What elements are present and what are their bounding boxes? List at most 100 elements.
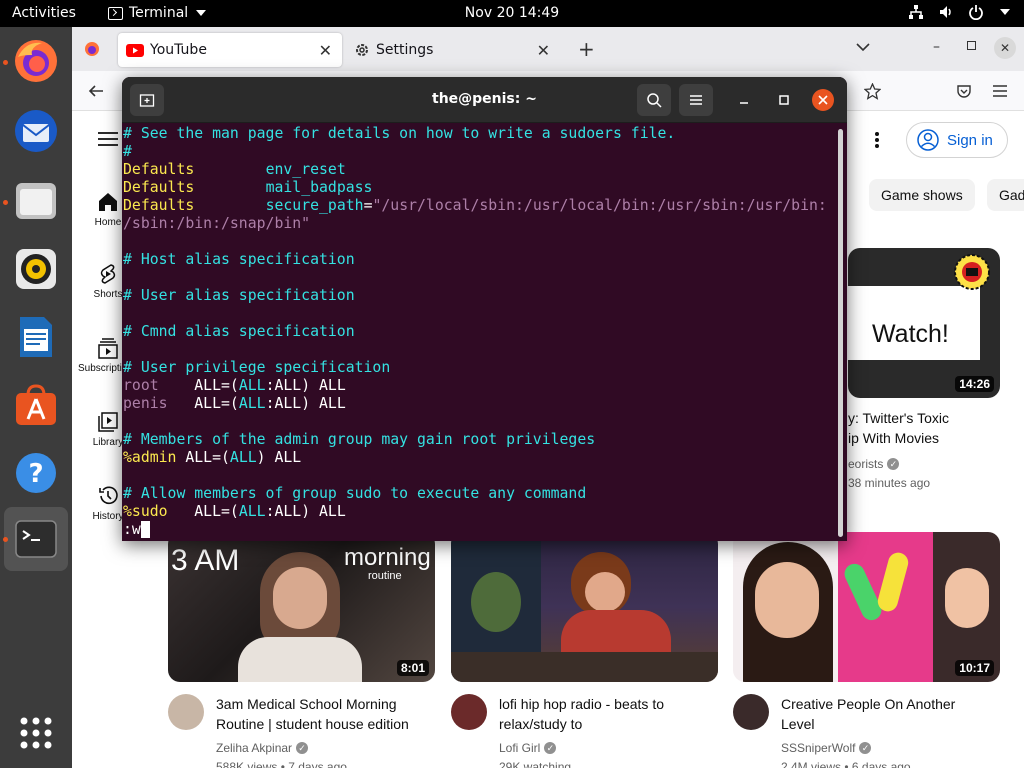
channel-name[interactable]: Zeliha Akpinar ✓: [216, 741, 309, 755]
pocket-icon[interactable]: [956, 83, 972, 99]
new-tab-icon[interactable]: +: [578, 37, 595, 61]
thumbnail-sweater: [238, 637, 362, 682]
sudoers-user: root: [123, 377, 159, 394]
chevron-down-icon: [1000, 9, 1010, 15]
video-title-line: Level: [781, 716, 815, 732]
close-tab-icon[interactable]: ✕: [319, 41, 332, 60]
show-apps-grid-icon[interactable]: [12, 709, 60, 757]
activities-button[interactable]: Activities: [12, 5, 76, 21]
channel-label: SSSniperWolf: [781, 741, 856, 755]
terminal-line: # Members of the admin group may gain ro…: [123, 431, 596, 448]
terminal-line: # Cmnd alias specification: [123, 323, 355, 340]
tab-settings[interactable]: Settings ✕: [350, 33, 560, 67]
close-tab-icon[interactable]: ✕: [537, 41, 550, 60]
sudoers-value: secure_path: [265, 197, 364, 214]
channel-name[interactable]: eorists ✓: [848, 457, 900, 471]
app-menu[interactable]: Terminal: [108, 5, 207, 21]
vim-command-line[interactable]: :w: [123, 521, 835, 539]
channel-avatar[interactable]: [733, 694, 769, 730]
running-indicator: [3, 60, 8, 65]
list-tabs-chevron-icon[interactable]: [856, 43, 870, 52]
top-bar: Activities Terminal Nov 20 14:49: [0, 0, 1024, 27]
video-title[interactable]: y: Twitter's Toxic ip With Movies: [848, 408, 1018, 448]
chip-game-shows[interactable]: Game shows: [869, 179, 975, 211]
firefox-icon[interactable]: [12, 37, 60, 85]
thumbnail-face: [585, 572, 625, 612]
sidebar-item-label: History: [92, 511, 124, 522]
channel-name[interactable]: Lofi Girl ✓: [499, 741, 557, 755]
sudoers-user: penis: [123, 395, 168, 412]
more-options-icon[interactable]: [874, 131, 880, 149]
thumbnail-text: morning: [344, 544, 431, 571]
back-arrow-icon[interactable]: [88, 83, 104, 99]
terminal-scrollbar[interactable]: [838, 129, 843, 537]
verified-badge-icon: ✓: [296, 742, 309, 754]
sudoers-group: %admin: [123, 449, 177, 466]
channel-name[interactable]: SSSniperWolf ✓: [781, 741, 872, 755]
help-icon[interactable]: ?: [12, 449, 60, 497]
minimize-icon[interactable]: –: [933, 39, 940, 55]
video-thumbnail[interactable]: 3 AM morning routine 8:01: [168, 532, 435, 682]
video-thumbnail[interactable]: 10:17: [733, 532, 1000, 682]
search-button[interactable]: [637, 84, 671, 116]
verified-badge-icon: ✓: [887, 458, 900, 470]
minimize-button[interactable]: [733, 89, 755, 111]
rhythmbox-icon[interactable]: [12, 245, 60, 293]
close-button[interactable]: [812, 89, 834, 111]
verified-badge-icon: ✓: [544, 742, 557, 754]
home-icon: [99, 193, 117, 211]
system-tray[interactable]: [908, 4, 1010, 20]
maximize-button[interactable]: [773, 89, 795, 111]
terminal-line: # See the man page for details on how to…: [123, 125, 676, 142]
terminal-line: %admin ALL=(ALL) ALL: [123, 449, 302, 466]
video-title-line: lofi hip hop radio - beats to: [499, 696, 664, 712]
shorts-icon: [100, 264, 116, 284]
firefox-view-icon[interactable]: [84, 41, 100, 57]
thumbnail-text: 3 AM: [171, 544, 240, 577]
writer-icon[interactable]: [12, 313, 60, 361]
new-tab-icon: [139, 94, 155, 107]
terminal-header-bar[interactable]: the@penis: ~: [122, 77, 847, 123]
video-title[interactable]: Creative People On Another Level: [781, 694, 996, 734]
hamburger-menu-icon[interactable]: [992, 84, 1008, 98]
video-title[interactable]: 3am Medical School Morning Routine | stu…: [216, 694, 431, 734]
thunderbird-icon[interactable]: [12, 107, 60, 155]
video-thumbnail[interactable]: [451, 532, 718, 682]
channel-avatar[interactable]: [451, 694, 487, 730]
video-title-line: y: Twitter's Toxic: [848, 410, 949, 426]
sidebar-item-label: Home: [94, 217, 122, 228]
terminal-output[interactable]: # See the man page for details on how to…: [123, 125, 835, 541]
terminal-line: Defaults mail_badpass: [123, 179, 835, 197]
hamburger-menu-icon[interactable]: [98, 131, 118, 147]
thumbnail-desk: [451, 652, 718, 682]
thumbnail-plant: [471, 572, 521, 632]
thumbnail-face: [945, 568, 989, 628]
bookmark-star-icon[interactable]: [864, 83, 881, 100]
tab-strip: YouTube ✕ Settings ✕ + – ✕: [72, 27, 1024, 71]
chip-gadgets[interactable]: Gad: [987, 179, 1024, 211]
sign-in-button[interactable]: Sign in: [906, 122, 1008, 158]
maximize-icon[interactable]: [967, 41, 976, 50]
app-center-icon[interactable]: [12, 381, 60, 429]
files-icon[interactable]: [12, 177, 60, 225]
close-window-icon[interactable]: ✕: [994, 37, 1016, 59]
channel-avatar[interactable]: [168, 694, 204, 730]
video-title[interactable]: lofi hip hop radio - beats to relax/stud…: [499, 694, 714, 734]
running-indicator: [3, 537, 8, 542]
subscriptions-icon: [98, 338, 118, 359]
terminal-line: penis ALL=(ALL:ALL) ALL: [123, 395, 346, 412]
terminal-window[interactable]: the@penis: ~ # See the man page for deta…: [122, 77, 847, 541]
terminal-icon[interactable]: [12, 515, 60, 563]
menu-button[interactable]: [679, 84, 713, 116]
tab-youtube[interactable]: YouTube ✕: [118, 33, 342, 67]
video-thumbnail[interactable]: Watch! 14:26: [848, 248, 1000, 398]
gear-icon: [356, 44, 368, 56]
sudoers-keyword: Defaults: [123, 179, 195, 196]
new-tab-button[interactable]: [130, 84, 164, 116]
terminal-line: Defaults secure_path="/usr/local/sbin:/u…: [123, 197, 827, 214]
